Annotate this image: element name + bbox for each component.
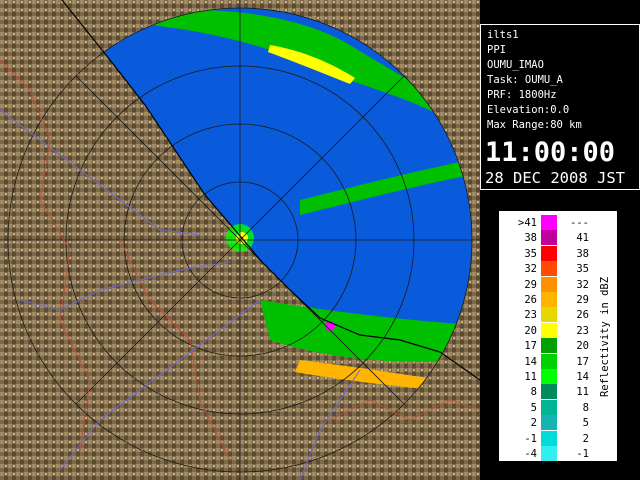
legend-color-swatch <box>541 307 557 323</box>
radar-ppi-display <box>0 0 480 480</box>
elevation: Elevation:0.0 <box>487 104 570 116</box>
legend-upper-bound: 23 <box>576 324 589 337</box>
legend-upper-bound: 2 <box>582 432 589 445</box>
legend-upper-bound: 32 <box>576 278 589 291</box>
legend-upper-bound: 8 <box>582 401 589 414</box>
legend-lower-bound: 35 <box>524 247 537 260</box>
legend-color-swatch <box>541 415 557 431</box>
legend-upper-bound: 14 <box>576 371 589 383</box>
legend-lower-bound: -4 <box>524 448 537 460</box>
legend-color-swatch <box>541 245 557 261</box>
legend-color-swatch <box>541 322 557 338</box>
legend-lower-bound: 11 <box>524 371 537 383</box>
reflectivity-legend: >41 --- 38 41 35 38 32 35 29 32 26 29 23 26 20 23 17 20 14… <box>498 210 618 462</box>
legend-lower-bound: 14 <box>524 355 537 368</box>
scan-time: 11:00:00 <box>485 137 616 168</box>
legend-lower-bound: >41 <box>518 217 537 229</box>
legend-upper-bound: --- <box>570 217 589 229</box>
legend-lower-bound: 5 <box>530 401 537 414</box>
legend-color-swatch <box>541 446 557 461</box>
legend-upper-bound: 35 <box>576 263 589 276</box>
legend-upper-bound: 26 <box>576 309 589 322</box>
legend-color-swatch <box>541 353 557 369</box>
prf-value: PRF: 1800Hz <box>487 89 557 101</box>
legend-lower-bound: 32 <box>524 263 537 276</box>
legend-upper-bound: 11 <box>576 386 589 399</box>
legend-upper-bound: -1 <box>576 448 589 460</box>
legend-color-swatch <box>541 292 557 307</box>
legend-lower-bound: 17 <box>524 340 537 353</box>
legend-upper-bound: 41 <box>576 232 589 245</box>
scan-type: PPI <box>487 44 506 56</box>
legend-color-swatch <box>541 430 557 446</box>
legend-color-swatch <box>541 276 557 292</box>
legend-color-swatch <box>541 369 557 384</box>
legend-upper-bound: 38 <box>576 247 589 260</box>
legend-upper-bound: 29 <box>576 294 589 306</box>
legend-unit-label: Reflectivity in dBZ <box>599 276 611 398</box>
legend-color-swatch <box>541 399 557 415</box>
legend-color-swatch <box>541 384 557 400</box>
legend-lower-bound: -1 <box>524 432 537 445</box>
legend-lower-bound: 29 <box>524 278 537 291</box>
legend-lower-bound: 2 <box>530 417 537 430</box>
legend-upper-bound: 20 <box>576 340 589 353</box>
scan-info-panel: ilts1 PPI OUMU_IMAO Task: OUMU_A PRF: 18… <box>480 24 640 190</box>
legend-color-swatch <box>541 338 557 354</box>
legend-color-swatch <box>541 261 557 277</box>
legend-lower-bound: 26 <box>524 294 537 306</box>
task-name: Task: OUMU_A <box>487 74 563 86</box>
legend-color-swatch <box>541 215 557 230</box>
legend-upper-bound: 5 <box>582 417 589 430</box>
legend-lower-bound: 38 <box>524 232 537 245</box>
max-range: Max Range:80 km <box>487 119 582 131</box>
site-name: OUMU_IMAO <box>487 59 544 71</box>
legend-lower-bound: 8 <box>530 386 537 399</box>
legend-color-swatch <box>541 230 557 246</box>
legend-upper-bound: 17 <box>576 355 589 368</box>
radar-id: ilts1 <box>487 29 519 41</box>
legend-lower-bound: 23 <box>524 309 537 322</box>
scan-date: 28 DEC 2008 JST <box>485 169 625 187</box>
legend-lower-bound: 20 <box>524 324 537 337</box>
